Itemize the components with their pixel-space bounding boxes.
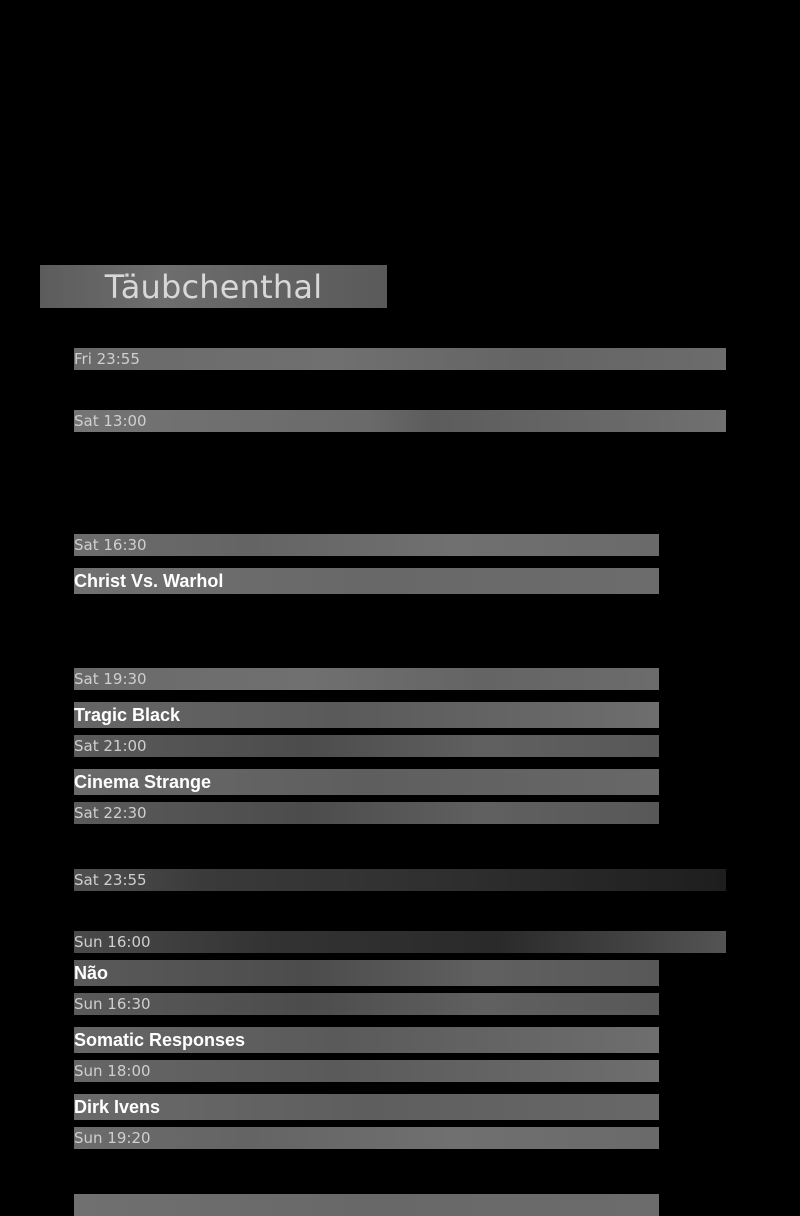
- band-name[interactable]: Cinema Strange: [74, 769, 659, 795]
- slot-time[interactable]: Sun 19:20: [74, 1127, 659, 1149]
- slot-time[interactable]: Sat 19:30: [74, 668, 659, 690]
- slot-time[interactable]: Sat 13:00: [74, 410, 726, 432]
- slot-time[interactable]: Sat 21:00: [74, 735, 659, 757]
- slot-time[interactable]: Sun 16:30: [74, 993, 659, 1015]
- slot-time[interactable]: Fri 23:55: [74, 348, 726, 370]
- band-name[interactable]: Tragic Black: [74, 702, 659, 728]
- band-name[interactable]: Dirk Ivens: [74, 1094, 659, 1120]
- slot-time[interactable]: Sun 18:00: [74, 1060, 659, 1082]
- slot-time[interactable]: Sat 16:30: [74, 534, 659, 556]
- venue-title[interactable]: Täubchenthal: [40, 265, 387, 308]
- schedule-row-partial[interactable]: [74, 1194, 659, 1216]
- band-name[interactable]: Christ Vs. Warhol: [74, 568, 659, 594]
- band-name[interactable]: Somatic Responses: [74, 1027, 659, 1053]
- schedule-screen: Täubchenthal Fri 23:55 Sat 13:00 Sat 16:…: [0, 0, 800, 1216]
- slot-time[interactable]: Sat 23:55: [74, 869, 726, 891]
- slot-time[interactable]: Sat 22:30: [74, 802, 659, 824]
- band-name[interactable]: Não: [74, 960, 659, 986]
- slot-time[interactable]: Sun 16:00: [74, 931, 726, 953]
